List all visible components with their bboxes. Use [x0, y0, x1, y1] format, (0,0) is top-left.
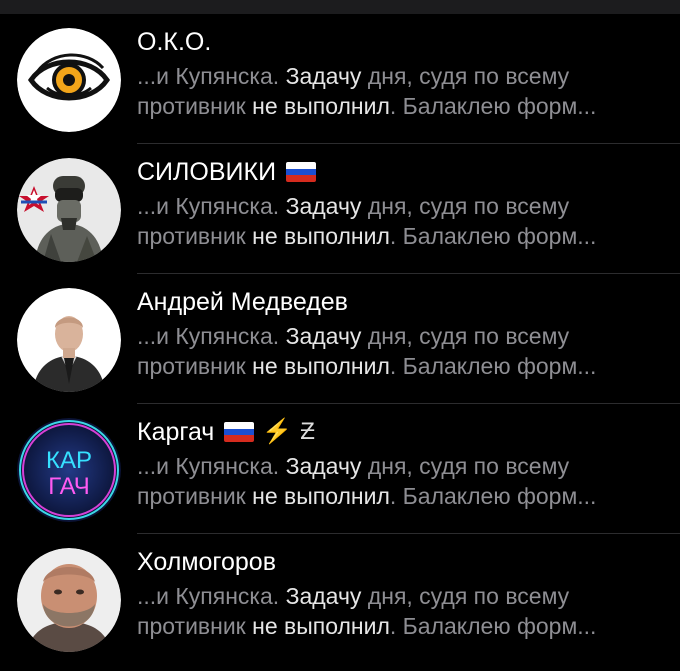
message-preview: ...и Купянска. Задачу дня, судя по всему… — [137, 193, 597, 249]
lightning-icon: ⚡ — [262, 418, 293, 445]
avatar: КАР ГАЧ — [17, 418, 121, 522]
chat-title: Каргач — [137, 418, 215, 446]
chat-title: СИЛОВИКИ — [137, 158, 277, 186]
top-bar — [0, 0, 680, 14]
svg-text:ГАЧ: ГАЧ — [48, 473, 90, 500]
message-preview: ...и Купянска. Задачу дня, судя по всему… — [137, 323, 597, 379]
russia-flag-icon — [224, 422, 255, 442]
svg-text:КАР: КАР — [46, 447, 92, 474]
person-photo-icon — [17, 288, 121, 392]
avatar — [17, 158, 121, 262]
chat-title: О.К.О. — [137, 28, 212, 56]
message-preview: ...и Купянска. Задачу дня, судя по всему… — [137, 63, 597, 119]
avatar — [17, 28, 121, 132]
chat-title: Андрей Медведев — [137, 288, 348, 316]
chat-list: О.К.О. ...и Купянска. Задачу дня, судя п… — [0, 14, 680, 664]
message-preview: ...и Купянска. Задачу дня, судя по всему… — [137, 583, 597, 639]
chat-row-siloviki[interactable]: СИЛОВИКИ ...и Купянска. Задачу дня, судя… — [0, 144, 680, 274]
kargach-logo-icon: КАР ГАЧ — [17, 418, 121, 522]
soldier-photo-icon — [17, 158, 121, 262]
chat-row-kholmogorov[interactable]: Холмогоров ...и Купянска. Задачу дня, су… — [0, 534, 680, 664]
avatar — [17, 548, 121, 652]
eye-logo-icon — [17, 28, 121, 132]
chat-title: Холмогоров — [137, 548, 276, 576]
chat-row-oko[interactable]: О.К.О. ...и Купянска. Задачу дня, судя п… — [0, 14, 680, 144]
z-letter-icon: Ƶ — [300, 418, 315, 445]
chat-row-kargach[interactable]: КАР ГАЧ Каргач ⚡ Ƶ ...и Купянска. Задачу… — [0, 404, 680, 534]
russia-flag-icon — [286, 162, 317, 182]
message-preview: ...и Купянска. Задачу дня, судя по всему… — [137, 453, 597, 509]
bearded-man-photo-icon — [17, 548, 121, 652]
chat-row-medvedev[interactable]: Андрей Медведев ...и Купянска. Задачу дн… — [0, 274, 680, 404]
avatar — [17, 288, 121, 392]
